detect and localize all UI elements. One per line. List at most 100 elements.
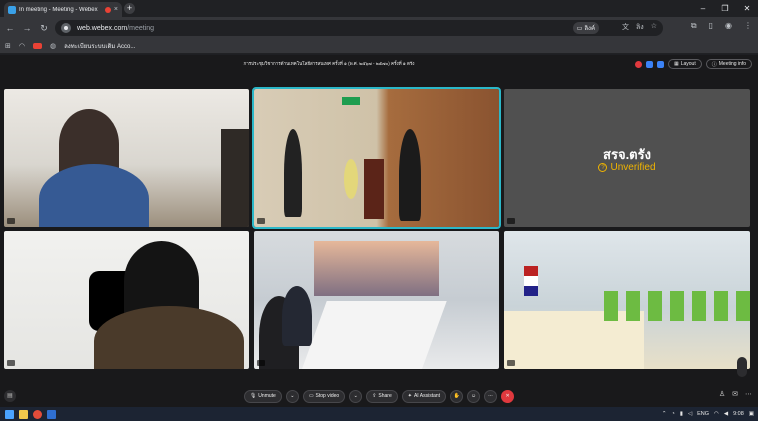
side-panel-icon[interactable]: ▯: [709, 21, 713, 31]
share-icon: ⇪: [372, 393, 377, 399]
video-tile-5[interactable]: [254, 231, 499, 369]
close-window-button[interactable]: ✕: [736, 0, 758, 17]
video-tile-1[interactable]: [4, 89, 249, 227]
taskbar: ⌃ ◔ ▮ ◁ ENG ◠ ◀ 9:08 ▣: [0, 407, 758, 421]
profile-label[interactable]: ลิง: [636, 22, 644, 33]
meeting-controls: 🎙 Unmute ⌄ ▭ Stop video ⌄ ⇪ Share ✦ AI Assis…: [0, 385, 758, 407]
webex-icon[interactable]: [656, 60, 664, 68]
participant-tag: [507, 360, 515, 366]
exit-sign: [342, 97, 360, 105]
extensions-icon[interactable]: ⧉: [691, 21, 697, 31]
participant-figure: [282, 286, 312, 346]
podium: [364, 159, 384, 219]
raise-hand-button[interactable]: ✋: [450, 389, 464, 403]
youtube-icon[interactable]: [32, 43, 42, 49]
chevron-up-icon[interactable]: ⌃: [662, 411, 667, 417]
microphone-icon[interactable]: ▮: [680, 411, 683, 417]
tab-close-button[interactable]: ×: [114, 6, 118, 13]
screen: In meeting - Meeting - Webex × + – ❐ ✕ ←…: [0, 0, 758, 421]
reload-icon[interactable]: ↻: [37, 23, 51, 34]
participant-body: [39, 164, 149, 227]
bookmark-item[interactable]: ลงทะเบียนระบบเดิม Acco...: [64, 41, 135, 51]
bookmark-app-icon[interactable]: ◠: [19, 42, 25, 50]
bookmark-star-icon[interactable]: ☆: [651, 22, 657, 33]
maximize-button[interactable]: ❐: [714, 0, 736, 17]
notifications-icon[interactable]: ▣: [749, 411, 754, 417]
url-domain: web.webex.com: [77, 24, 128, 32]
ai-assistant-button[interactable]: ✦ AI Assistant: [401, 389, 447, 403]
participant-figure: [284, 129, 302, 217]
file-explorer-icon[interactable]: [19, 409, 28, 419]
ai-assistant-icon: ✦: [407, 393, 412, 399]
address-bar[interactable]: web.webex.com/meeting ▭ ลิงค์ 文 ลิง ☆: [55, 20, 663, 36]
bookshelf: [221, 129, 249, 227]
network-icon[interactable]: ◔: [672, 411, 675, 417]
site-info-icon[interactable]: [61, 23, 71, 33]
green-chairs: [604, 291, 750, 321]
app-icon[interactable]: [47, 409, 56, 419]
clock[interactable]: 9:08: [733, 411, 744, 417]
participant-tag: [257, 218, 265, 224]
translate-icon[interactable]: 文: [622, 22, 629, 33]
browser-tab-bar: In meeting - Meeting - Webex × + – ❐ ✕: [0, 0, 758, 17]
start-icon[interactable]: [5, 409, 14, 419]
more-options-button[interactable]: ⋯: [484, 389, 498, 403]
translate-label: ลิงค์: [584, 26, 595, 32]
share-label: Share: [378, 393, 392, 399]
video-tile-avatar[interactable]: สรจ.ตรัง ? Unverified: [504, 89, 750, 227]
video-tile-active-speaker[interactable]: [252, 87, 501, 229]
scroll-handle[interactable]: [737, 357, 747, 377]
participants-icon[interactable]: ♙: [719, 390, 725, 398]
account-icon[interactable]: ◉: [725, 21, 732, 31]
chat-icon[interactable]: ✉: [732, 390, 738, 398]
leave-meeting-button[interactable]: ✕: [501, 389, 515, 403]
wifi-icon[interactable]: ◠: [714, 411, 719, 417]
video-tile-6[interactable]: [504, 231, 750, 369]
layout-button[interactable]: ▦ Layout: [667, 59, 702, 69]
participant-figure: [399, 129, 421, 221]
volume-icon[interactable]: ◀: [724, 411, 728, 417]
back-icon[interactable]: ←: [3, 23, 17, 33]
more-panel-icon[interactable]: ⋯: [745, 390, 752, 398]
ai-assistant-label: AI Assistant: [413, 393, 441, 399]
video-tile-4[interactable]: [4, 231, 249, 369]
meeting-info-label: Meeting info: [718, 61, 746, 67]
chrome-icon[interactable]: [33, 409, 42, 419]
right-panel-controls: ♙ ✉ ⋯: [719, 390, 752, 398]
tab-title: In meeting - Meeting - Webex: [19, 6, 98, 13]
layout-label: Layout: [680, 61, 696, 67]
security-icon[interactable]: [645, 60, 653, 68]
recording-icon: [634, 60, 642, 68]
minimize-button[interactable]: –: [692, 0, 714, 17]
conference-table: [301, 301, 447, 369]
meeting-top-controls: ▦ Layout ⓘ Meeting info: [634, 59, 752, 69]
stop-video-button[interactable]: ▭ Stop video: [302, 389, 346, 403]
globe-icon: ◍: [49, 43, 57, 50]
participant-body: [94, 306, 244, 369]
language-label[interactable]: ENG: [697, 411, 709, 417]
translate-chip[interactable]: ▭ ลิงค์: [572, 22, 599, 34]
video-options-button[interactable]: ⌄: [349, 389, 363, 403]
speaker-icon[interactable]: ◁: [688, 411, 692, 417]
system-tray: ⌃ ◔ ▮ ◁ ENG ◠ ◀ 9:08 ▣: [662, 407, 754, 421]
reactions-button[interactable]: ☺: [467, 389, 481, 403]
video-camera-icon: ▭: [308, 393, 314, 399]
window-controls: – ❐ ✕: [692, 0, 758, 17]
menu-icon[interactable]: ⋮: [744, 21, 752, 31]
participant-tag: [507, 218, 515, 224]
new-tab-button[interactable]: +: [124, 3, 135, 14]
share-button[interactable]: ⇪ Share: [366, 389, 398, 403]
unverified-badge: ? Unverified: [504, 162, 750, 173]
browser-tab[interactable]: In meeting - Meeting - Webex ×: [4, 2, 122, 17]
meeting-info-button[interactable]: ⓘ Meeting info: [705, 59, 752, 69]
unmute-button[interactable]: 🎙 Unmute: [243, 389, 282, 403]
unmute-label: Unmute: [258, 393, 276, 399]
microphone-muted-icon: 🎙: [249, 393, 257, 399]
forward-icon[interactable]: →: [20, 23, 34, 33]
participant-tag: [7, 360, 15, 366]
unverified-label: Unverified: [610, 162, 656, 173]
recording-indicator-icon: [104, 6, 111, 13]
flowers: [344, 159, 358, 199]
audio-options-button[interactable]: ⌄: [285, 389, 299, 403]
apps-grid-icon[interactable]: ⊞: [5, 42, 11, 50]
